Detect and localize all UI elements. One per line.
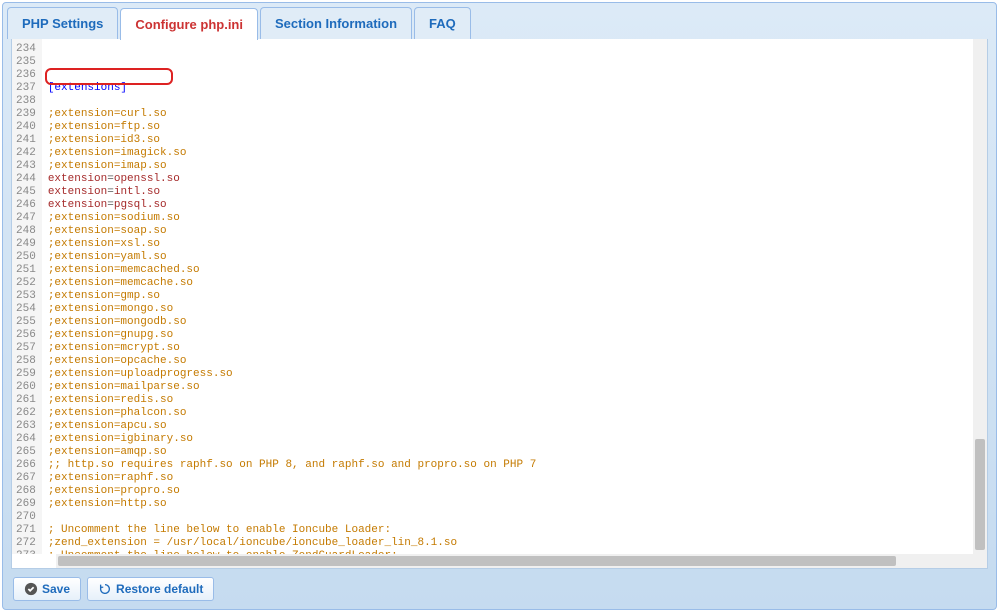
- tab-faq[interactable]: FAQ: [414, 7, 471, 39]
- horizontal-scrollbar[interactable]: [56, 554, 987, 568]
- php-ini-panel: PHP Settings Configure php.ini Section I…: [2, 2, 997, 610]
- code-editor[interactable]: 2342352362372382392402412422432442452462…: [11, 39, 988, 569]
- restore-icon: [98, 582, 112, 596]
- horizontal-scroll-thumb[interactable]: [58, 556, 896, 566]
- check-circle-icon: [24, 582, 38, 596]
- vertical-scroll-thumb[interactable]: [975, 439, 985, 550]
- tab-section-information[interactable]: Section Information: [260, 7, 412, 39]
- tab-php-settings[interactable]: PHP Settings: [7, 7, 118, 39]
- save-button-label: Save: [42, 582, 70, 596]
- line-number-gutter: 2342352362372382392402412422432442452462…: [12, 39, 42, 554]
- restore-button-label: Restore default: [116, 582, 203, 596]
- code-content[interactable]: [extensions] ;extension=curl.so;extensio…: [42, 39, 987, 554]
- tab-configure-phpini[interactable]: Configure php.ini: [120, 8, 258, 40]
- tab-bar: PHP Settings Configure php.ini Section I…: [3, 3, 996, 39]
- restore-default-button[interactable]: Restore default: [87, 577, 214, 601]
- save-button[interactable]: Save: [13, 577, 81, 601]
- vertical-scrollbar[interactable]: [973, 39, 987, 554]
- action-toolbar: Save Restore default: [3, 569, 996, 601]
